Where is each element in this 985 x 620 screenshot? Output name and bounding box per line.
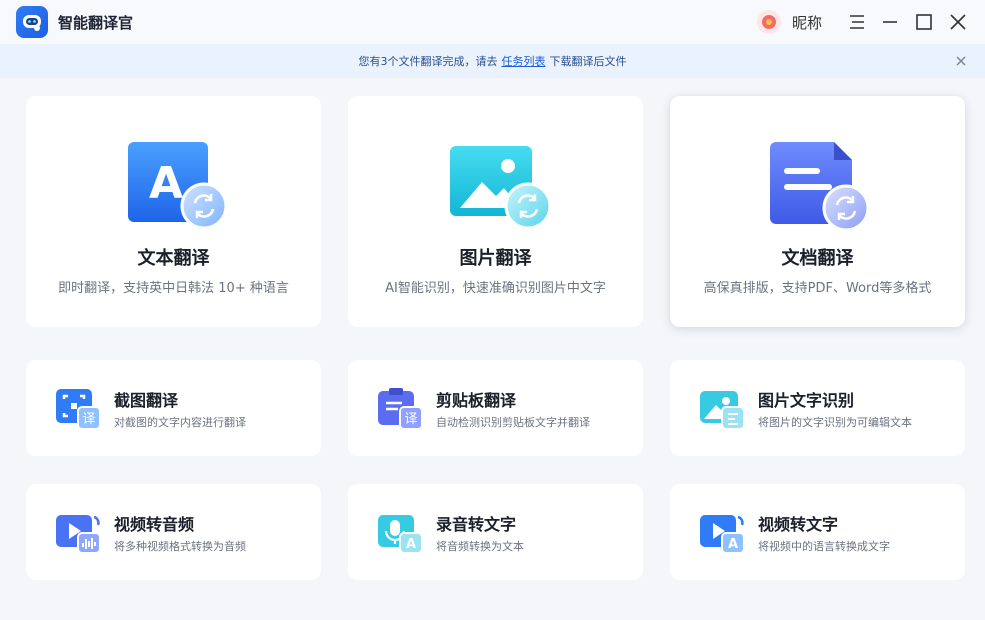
maximize-icon[interactable] xyxy=(912,10,936,34)
image-translate-icon xyxy=(448,140,552,232)
text-translate-card[interactable]: A 文本翻译 即时翻译，支持英中日韩法 10+ 种语言 xyxy=(26,96,321,327)
clipboard-translate-title: 剪贴板翻译 xyxy=(436,391,517,410)
clipboard-translate-card[interactable]: 译 剪贴板翻译 自动检测识别剪贴板文字并翻译 xyxy=(348,360,643,456)
user-name[interactable]: 昵称 xyxy=(792,12,822,33)
image-ocr-card[interactable]: 图片文字识别 将图片的文字识别为可编辑文本 xyxy=(670,360,965,456)
document-translate-title: 文档翻译 xyxy=(781,248,854,269)
video-to-text-card[interactable]: A 视频转文字 将视频中的语言转换成文字 xyxy=(670,484,965,580)
screenshot-badge: 译 xyxy=(82,412,95,427)
image-ocr-title: 图片文字识别 xyxy=(758,391,855,410)
video-to-audio-card[interactable]: 视频转音频 将多种视频格式转换为音频 xyxy=(26,484,321,580)
document-translate-desc: 高保真排版，支持PDF、Word等多格式 xyxy=(703,281,932,296)
avatar[interactable] xyxy=(757,10,781,34)
text-translate-icon: A xyxy=(126,140,230,232)
document-translate-icon xyxy=(770,140,874,232)
text-translate-desc: 即时翻译，支持英中日韩法 10+ 种语言 xyxy=(58,281,289,296)
image-ocr-desc: 将图片的文字识别为可编辑文本 xyxy=(758,416,912,429)
clipboard-translate-desc: 自动检测识别剪贴板文字并翻译 xyxy=(436,416,590,429)
text-translate-letter: A xyxy=(149,158,183,209)
task-list-link[interactable]: 任务列表 xyxy=(502,53,546,69)
notice-prefix: 您有3个文件翻译完成，请去 xyxy=(358,55,498,68)
screenshot-translate-icon: 译 xyxy=(54,387,102,431)
audio-to-text-desc: 将音频转换为文本 xyxy=(436,540,524,553)
title-bar: 智能翻译官 昵称 xyxy=(0,0,985,44)
video-to-text-icon: A xyxy=(698,511,746,555)
image-translate-card[interactable]: 图片翻译 AI智能识别，快速准确识别图片中文字 xyxy=(348,96,643,327)
notice-close-icon[interactable] xyxy=(953,53,969,69)
audio-to-text-title: 录音转文字 xyxy=(436,515,517,534)
audio-to-text-badge: A xyxy=(406,537,416,552)
notice-bar: 您有3个文件翻译完成，请去 任务列表 下载翻译后文件 xyxy=(0,44,985,78)
video-to-audio-title: 视频转音频 xyxy=(114,515,195,534)
image-ocr-icon xyxy=(698,387,746,431)
video-to-audio-icon xyxy=(54,511,102,555)
image-translate-title: 图片翻译 xyxy=(459,248,532,269)
notice-suffix: 下载翻译后文件 xyxy=(549,55,627,68)
text-translate-title: 文本翻译 xyxy=(137,248,210,269)
app-logo-icon xyxy=(16,6,48,38)
menu-icon[interactable] xyxy=(845,10,869,34)
image-translate-desc: AI智能识别，快速准确识别图片中文字 xyxy=(385,281,606,296)
video-to-text-badge: A xyxy=(728,537,738,552)
screenshot-translate-title: 截图翻译 xyxy=(114,391,179,410)
video-to-audio-desc: 将多种视频格式转换为音频 xyxy=(114,540,246,553)
video-to-text-desc: 将视频中的语言转换成文字 xyxy=(758,540,890,553)
app-title: 智能翻译官 xyxy=(58,14,134,32)
document-translate-card[interactable]: 文档翻译 高保真排版，支持PDF、Word等多格式 xyxy=(670,96,965,327)
video-to-text-title: 视频转文字 xyxy=(758,515,839,534)
audio-to-text-card[interactable]: A 录音转文字 将音频转换为文本 xyxy=(348,484,643,580)
clipboard-translate-icon: 译 xyxy=(376,387,424,431)
minimize-icon[interactable] xyxy=(878,10,902,34)
audio-to-text-icon: A xyxy=(376,511,424,555)
close-icon[interactable] xyxy=(946,10,970,34)
screenshot-translate-card[interactable]: 译 截图翻译 对截图的文字内容进行翻译 xyxy=(26,360,321,456)
screenshot-translate-desc: 对截图的文字内容进行翻译 xyxy=(114,416,246,429)
clipboard-badge: 译 xyxy=(404,412,417,427)
